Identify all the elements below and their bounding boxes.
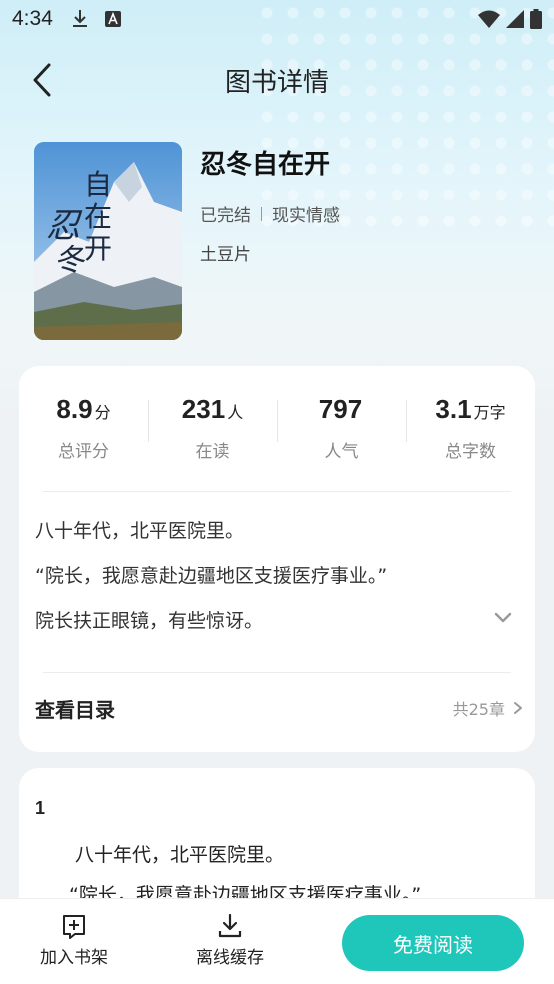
stat-popularity: 797 人气 [277, 394, 406, 462]
book-cover[interactable]: 忍 冬 自 在 开 [34, 142, 182, 340]
chevron-right-icon [514, 702, 522, 714]
toc-label: 查看目录 [35, 697, 115, 722]
notification-icons [71, 9, 121, 29]
synopsis-line: “院长，我愿意赴边疆地区支援医疗事业。” [35, 565, 388, 587]
page-header: 图书详情 [0, 50, 554, 110]
free-read-button[interactable]: 免费阅读 [342, 915, 524, 971]
cover-title-side-2: 在 [84, 200, 112, 233]
stat-label: 总评分 [58, 442, 109, 462]
offline-cache-button[interactable]: 离线缓存 [196, 913, 264, 968]
table-of-contents-row[interactable]: 查看目录 共25章 [35, 688, 525, 728]
cover-title-main-2: 冬 [54, 243, 86, 278]
stat-unit: 分 [94, 405, 111, 422]
offline-cache-label: 离线缓存 [196, 948, 264, 968]
battery-icon [530, 9, 542, 29]
stat-unit: 人 [227, 405, 244, 422]
synopsis-line: 八十年代，北平医院里。 [35, 520, 245, 542]
cover-title-main: 忍 [46, 206, 83, 246]
download-icon [72, 10, 87, 27]
book-status: 已完结 [200, 206, 251, 226]
stat-value: 797 [318, 394, 363, 424]
meta-divider [261, 206, 262, 221]
stat-label: 总字数 [445, 442, 496, 462]
stat-unit: 万字 [473, 405, 506, 422]
stat-rating: 8.9 分 总评分 [19, 394, 148, 462]
status-bar: 4:34 [0, 0, 554, 38]
chapter-count: 共25章 [452, 700, 505, 719]
chevron-left-icon [33, 63, 51, 97]
system-icons [478, 9, 542, 29]
download-icon [218, 913, 242, 938]
book-title: 忍冬自在开 [200, 150, 331, 180]
stat-value: 3.1 [435, 394, 472, 424]
synopsis[interactable]: 八十年代，北平医院里。 “院长，我愿意赴边疆地区支援医疗事业。” 院长扶正眼镜，… [35, 516, 505, 651]
add-to-shelf-button[interactable]: 加入书架 [40, 913, 108, 968]
stat-value: 8.9 [56, 394, 93, 424]
chapter-number: 1 [35, 798, 46, 818]
stat-readers: 231 人 在读 [148, 394, 277, 462]
expand-synopsis-button[interactable] [491, 606, 515, 630]
chapter-text-line: 八十年代，北平医院里。 [75, 844, 285, 866]
signal-icon [506, 10, 524, 28]
synopsis-line: 院长扶正眼镜，有些惊讶。 [35, 610, 264, 632]
divider [43, 672, 511, 673]
cover-title-side-3: 开 [84, 232, 112, 265]
add-to-shelf-label: 加入书架 [40, 948, 108, 968]
status-time: 4:34 [12, 7, 53, 30]
divider [43, 491, 511, 492]
stat-label: 人气 [324, 442, 359, 462]
book-info: 忍冬自在开 已完结 现实情感 土豆片 [200, 142, 340, 265]
bookmark-add-icon [63, 915, 85, 939]
book-author[interactable]: 土豆片 [200, 240, 340, 265]
stat-word-count: 3.1 万字 总字数 [406, 394, 535, 462]
stat-value: 231 [181, 394, 226, 424]
chevron-down-icon [494, 612, 512, 623]
book-meta: 已完结 现实情感 [200, 201, 340, 226]
cover-title-side: 自 [84, 168, 112, 201]
book-cover-art: 忍 冬 自 在 开 [34, 142, 182, 340]
a-icon [104, 11, 121, 27]
page-title: 图书详情 [224, 67, 329, 98]
book-genre: 现实情感 [272, 206, 340, 226]
book-detail-card: 8.9 分 总评分 231 人 在读 797 人气 3.1 万字 总字数 八十年代，北… [19, 366, 535, 752]
stats-row: 8.9 分 总评分 231 人 在读 797 人气 3.1 万字 总字数 [19, 394, 535, 462]
stat-label: 在读 [195, 442, 230, 462]
wifi-icon [478, 10, 500, 28]
back-button[interactable] [24, 62, 60, 98]
bottom-action-bar: 加入书架 离线缓存 免费阅读 [0, 898, 554, 984]
